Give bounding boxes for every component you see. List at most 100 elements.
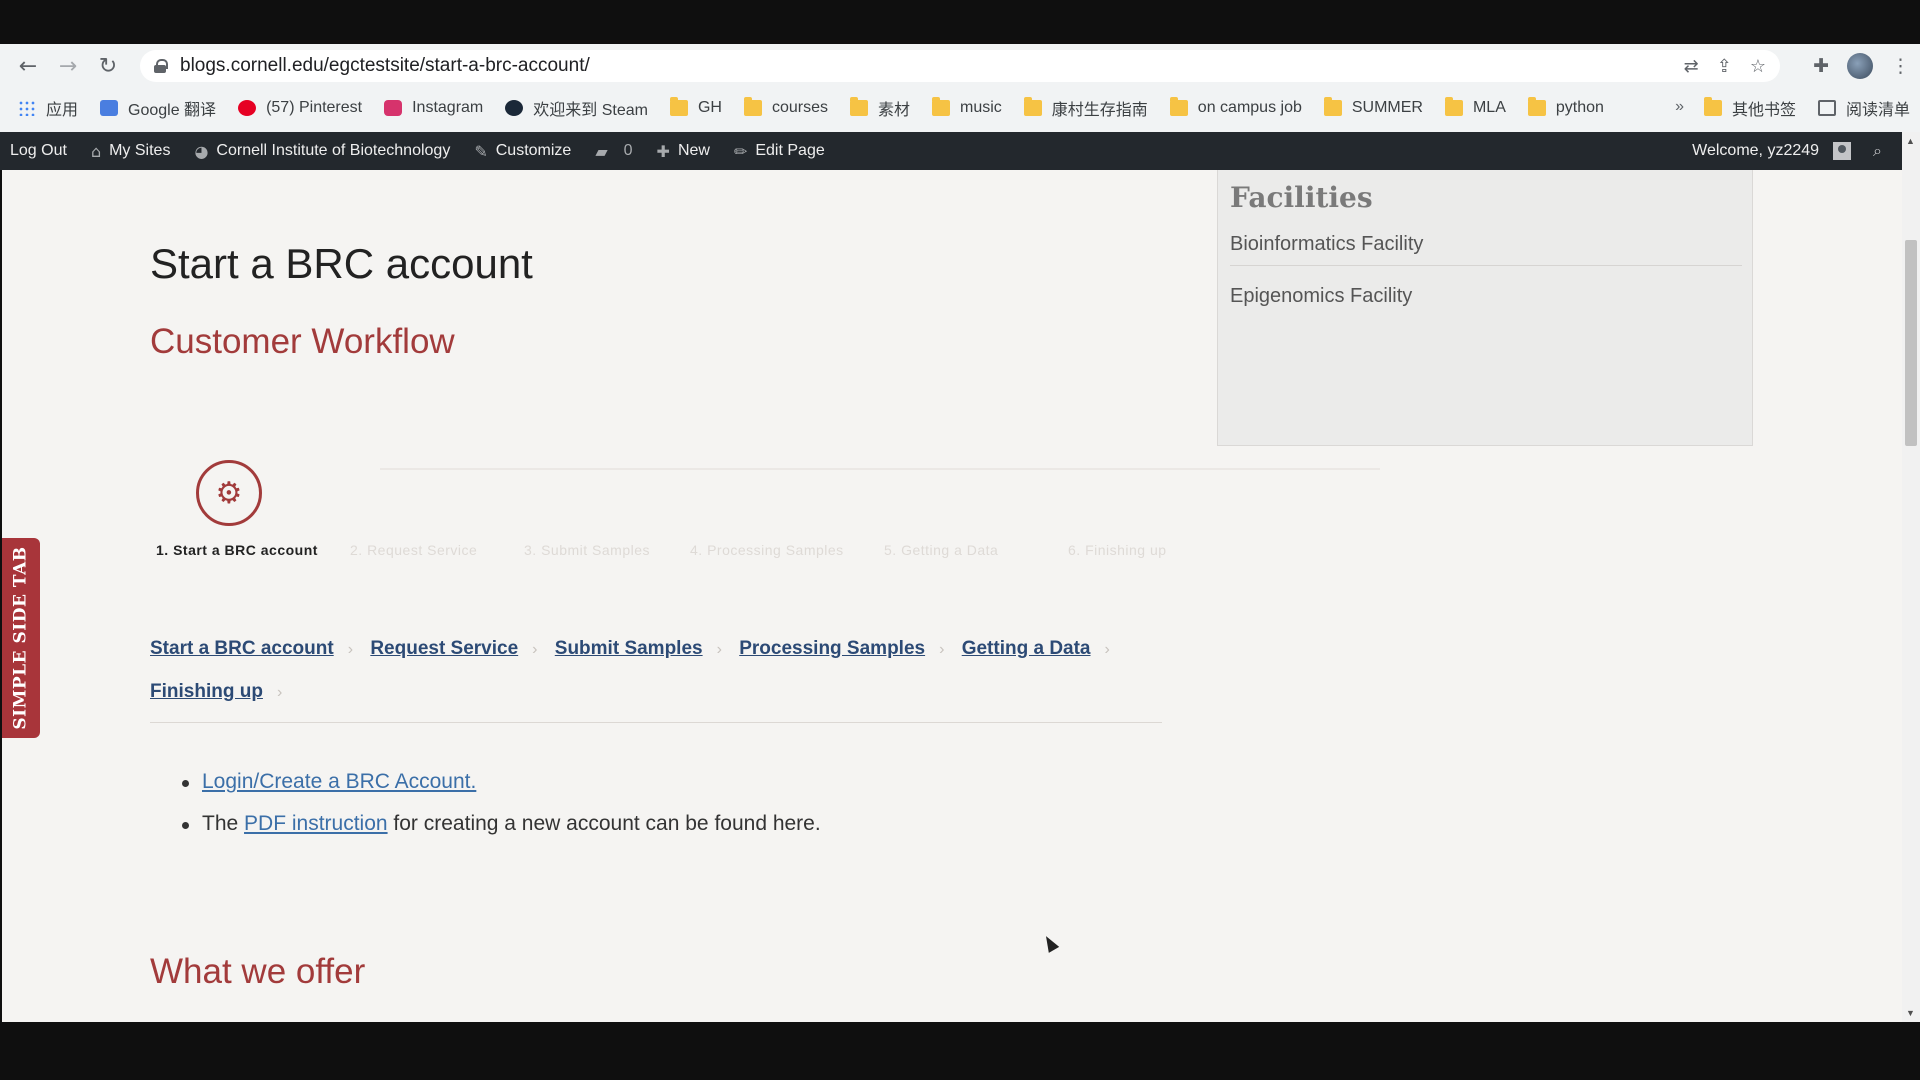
step-5-label[interactable]: 5. Getting a Data xyxy=(884,542,998,558)
step-6-label[interactable]: 6. Finishing up xyxy=(1068,542,1167,558)
apps-icon xyxy=(18,100,36,116)
customize-link[interactable]: ✎ Customize xyxy=(474,142,571,161)
bookmark-label: 欢迎来到 Steam xyxy=(533,102,648,119)
brush-icon: ✎ xyxy=(474,141,488,161)
list-item: The PDF instruction for creating a new a… xyxy=(182,812,821,836)
scroll-up-icon[interactable]: ▲ xyxy=(1906,136,1915,146)
edit-page-label: Edit Page xyxy=(755,142,825,159)
crumb-finishing-up: Finishing up › xyxy=(150,671,282,714)
welcome-user[interactable]: Welcome, yz2249 xyxy=(1692,142,1819,160)
folder-icon xyxy=(1444,97,1463,116)
my-sites-menu[interactable]: ⌂ My Sites xyxy=(91,142,171,161)
address-bar[interactable]: blogs.cornell.edu/egctestsite/start-a-br… xyxy=(140,50,1780,82)
step-2-label[interactable]: 2. Request Service xyxy=(350,542,477,558)
pdf-instruction-link[interactable]: PDF instruction xyxy=(244,812,388,835)
url-text[interactable]: blogs.cornell.edu/egctestsite/start-a-br… xyxy=(180,55,590,77)
what-we-offer-heading: What we offer xyxy=(150,952,366,991)
bookmark-instagram[interactable]: Instagram xyxy=(384,99,483,117)
extensions-icon[interactable]: ✚ xyxy=(1813,55,1829,77)
step-3-label[interactable]: 3. Submit Samples xyxy=(524,542,650,558)
folder-icon xyxy=(1169,97,1188,116)
browser-toolbar: ← → ↻ blogs.cornell.edu/egctestsite/star… xyxy=(0,44,1920,88)
bookmark-folder-materials[interactable]: 素材 xyxy=(849,96,910,120)
step-4-label[interactable]: 4. Processing Samples xyxy=(690,542,844,558)
crumb-start-account: Start a BRC account › xyxy=(150,628,353,671)
instagram-icon xyxy=(384,100,403,116)
folder-icon xyxy=(849,97,868,116)
step-1-label[interactable]: 1. Start a BRC account xyxy=(156,542,318,558)
bookmark-folder-music[interactable]: music xyxy=(932,97,1002,117)
sidebar-item-epigenomics[interactable]: Epigenomics Facility xyxy=(1230,285,1412,308)
profile-avatar[interactable] xyxy=(1847,53,1873,79)
crumb-link[interactable]: Submit Samples xyxy=(555,638,703,659)
bookmark-label: 其他书签 xyxy=(1731,102,1796,119)
edit-page-link[interactable]: ✏ Edit Page xyxy=(734,142,825,161)
menu-kebab-icon[interactable]: ⋮ xyxy=(1891,55,1910,77)
bookmark-folder-campus-job[interactable]: on campus job xyxy=(1169,97,1302,117)
lock-icon[interactable] xyxy=(154,59,168,73)
bookmark-folder-survival-guide[interactable]: 康村生存指南 xyxy=(1023,96,1148,120)
back-icon[interactable]: ← xyxy=(8,46,48,86)
bookmark-apps[interactable]: 应用 xyxy=(18,96,78,120)
bookmark-label: GH xyxy=(697,99,722,116)
scroll-down-icon[interactable]: ▼ xyxy=(1906,1008,1915,1018)
crumb-link[interactable]: Processing Samples xyxy=(739,638,925,659)
sidebar-item-bioinformatics[interactable]: Bioinformatics Facility xyxy=(1230,233,1423,256)
folder-icon xyxy=(932,97,950,116)
crumb-submit-samples: Submit Samples › xyxy=(555,628,722,671)
bookmark-label: python xyxy=(1555,99,1604,116)
gear-icon[interactable]: ⚙ xyxy=(196,460,262,526)
bookmark-steam[interactable]: 欢迎来到 Steam xyxy=(505,96,648,120)
search-icon[interactable]: ⌕ xyxy=(1873,141,1882,161)
crumb-link[interactable]: Finishing up xyxy=(150,681,263,702)
account-instructions-list: Login/Create a BRC Account. The PDF inst… xyxy=(182,770,821,854)
reading-list-label: 阅读清单 xyxy=(1845,102,1910,119)
share-icon[interactable]: ⇪ xyxy=(1717,56,1732,77)
steam-icon xyxy=(505,100,524,116)
bookmark-pinterest[interactable]: (57) Pinterest xyxy=(238,99,362,117)
bookmark-folder-courses[interactable]: courses xyxy=(743,97,828,117)
bookmark-label: SUMMER xyxy=(1351,99,1423,116)
reload-icon[interactable]: ↻ xyxy=(88,46,128,86)
user-avatar-icon[interactable] xyxy=(1833,142,1852,160)
bookmark-label: 康村生存指南 xyxy=(1051,102,1148,119)
scroll-thumb[interactable] xyxy=(1905,240,1917,446)
bookmark-star-icon[interactable]: ☆ xyxy=(1750,56,1766,77)
chevron-right-icon: › xyxy=(1104,641,1110,658)
omnibox-actions: ⇄ ⇪ ☆ xyxy=(1684,50,1780,82)
login-create-account-link[interactable]: Login/Create a BRC Account. xyxy=(202,770,476,793)
log-out-link[interactable]: Log Out xyxy=(10,142,67,160)
forward-icon[interactable]: → xyxy=(48,46,88,86)
bookmark-folder-gh[interactable]: GH xyxy=(669,97,722,117)
wp-admin-bar: Log Out ⌂ My Sites ◕ Cornell Institute of … xyxy=(0,132,1902,170)
browser-chrome: ← → ↻ blogs.cornell.edu/egctestsite/star… xyxy=(0,44,1920,132)
folder-icon xyxy=(1323,97,1342,116)
bookmark-folder-summer[interactable]: SUMMER xyxy=(1323,97,1423,117)
site-name-menu[interactable]: ◕ Cornell Institute of Biotechnology xyxy=(194,142,450,161)
bookmark-folder-python[interactable]: python xyxy=(1527,97,1604,117)
page-scrollbar[interactable]: ▲ ▼ xyxy=(1902,132,1920,1022)
side-tab-label: SIMPLE SIDE TAB xyxy=(11,546,32,730)
list-text: The xyxy=(202,812,245,835)
simple-side-tab[interactable]: SIMPLE SIDE TAB xyxy=(2,538,40,738)
pencil-icon: ✏ xyxy=(733,141,748,161)
mouse-cursor xyxy=(1040,933,1060,953)
bookmark-google-translate[interactable]: Google 翻译 xyxy=(100,96,216,120)
list-item: Login/Create a BRC Account. xyxy=(182,770,821,794)
crumb-link[interactable]: Getting a Data xyxy=(962,638,1091,659)
crumb-link[interactable]: Request Service xyxy=(370,638,518,659)
folder-icon xyxy=(743,97,762,116)
browser-right-tools: ✚ ⋮ xyxy=(1813,46,1910,86)
bookmarks-overflow-icon[interactable]: » xyxy=(1675,98,1684,116)
bookmark-label: Instagram xyxy=(412,99,484,116)
reading-list[interactable]: 阅读清单 xyxy=(1817,96,1910,120)
customize-label: Customize xyxy=(495,142,572,159)
chevron-right-icon: › xyxy=(276,684,283,701)
crumb-link[interactable]: Start a BRC account xyxy=(150,638,334,659)
comments-link[interactable]: ▰ 0 xyxy=(595,142,632,161)
translate-icon[interactable]: ⇄ xyxy=(1684,56,1699,77)
new-content-menu[interactable]: ✚ New xyxy=(657,142,710,161)
bookmark-label: music xyxy=(960,99,1002,116)
bookmark-other[interactable]: 其他书签 xyxy=(1703,96,1796,120)
bookmark-folder-mla[interactable]: MLA xyxy=(1444,97,1506,117)
